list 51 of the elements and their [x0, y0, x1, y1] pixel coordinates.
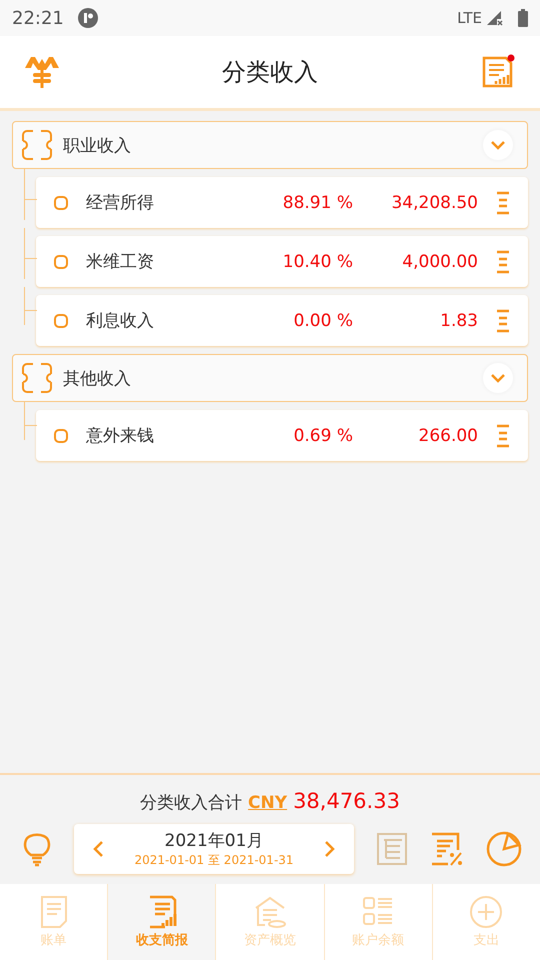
category-name: 意外来钱 — [86, 425, 155, 447]
percent-value: 88.91 % — [282, 192, 353, 212]
battery-icon — [518, 9, 528, 27]
percent-value: 10.40 % — [282, 252, 353, 272]
app-notification-icon — [78, 8, 98, 28]
lightbulb-icon[interactable] — [22, 831, 52, 867]
signal-icon — [486, 10, 504, 26]
category-name: 利息收入 — [86, 310, 155, 332]
square-icon — [54, 196, 68, 210]
amount-value: 4,000.00 — [401, 252, 478, 272]
category-group-header[interactable]: 职业收入 — [12, 121, 528, 169]
pie-chart-icon[interactable] — [486, 831, 522, 867]
chevron-icon[interactable] — [483, 363, 513, 393]
amount-value: 266.00 — [418, 426, 478, 446]
month-label: 2021年01月 — [164, 830, 264, 852]
category-icon — [21, 129, 53, 161]
group-name: 职业收入 — [63, 134, 131, 156]
total-label: 分类收入合计 — [140, 792, 242, 814]
square-icon — [54, 254, 68, 268]
category-row[interactable]: 经营所得 88.91 % 34,208.50 — [36, 177, 528, 228]
amount-value: 34,208.50 — [390, 192, 478, 212]
square-icon — [54, 428, 68, 442]
report-icon[interactable] — [480, 54, 516, 90]
network-type: LTE — [457, 9, 482, 27]
category-row[interactable]: 米维工资 10.40 % 4,000.00 — [36, 236, 528, 287]
previous-icon[interactable] — [92, 840, 106, 858]
yen-logo-icon[interactable] — [24, 54, 60, 90]
percent-report-icon[interactable] — [430, 832, 464, 866]
total-amount: 38,476.33 — [293, 789, 400, 813]
category-row[interactable]: 意外来钱 0.69 % 266.00 — [36, 410, 528, 461]
menu-icon[interactable] — [496, 190, 510, 214]
menu-icon[interactable] — [496, 250, 510, 274]
chevron-icon[interactable] — [483, 130, 513, 160]
category-name: 米维工资 — [86, 251, 155, 273]
square-icon — [54, 314, 68, 328]
group-name: 其他收入 — [63, 368, 131, 390]
percent-value: 0.00 % — [292, 310, 353, 330]
menu-icon[interactable] — [496, 308, 510, 332]
category-icon — [21, 362, 53, 394]
status-time: 22:21 — [12, 8, 64, 28]
amount-value: 1.83 — [439, 310, 478, 330]
date-range: 2021-01-01 至 2021-01-31 — [134, 852, 294, 869]
plus-icon — [469, 895, 504, 929]
category-row[interactable]: 利息收入 0.00 % 1.83 — [36, 295, 528, 346]
tree-list-icon[interactable] — [376, 832, 408, 866]
category-group-header[interactable]: 其他收入 — [12, 354, 528, 402]
menu-icon[interactable] — [496, 424, 510, 448]
house-icon — [253, 895, 287, 929]
category-name: 经营所得 — [86, 192, 155, 214]
page-title: 分类收入 — [222, 57, 318, 88]
percent-value: 0.69 % — [292, 426, 353, 446]
